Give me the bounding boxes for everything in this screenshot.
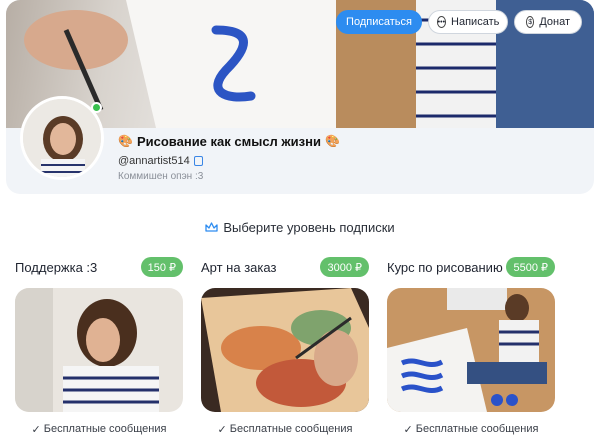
check-icon: ✓ [217, 423, 227, 436]
profile-card: Подписаться ••• Написать $ Донат 🎨 Рисов… [6, 0, 594, 194]
message-button[interactable]: ••• Написать [428, 10, 508, 34]
tier-illustration [201, 288, 369, 412]
tier-image[interactable] [201, 288, 369, 412]
message-button-label: Написать [451, 16, 500, 28]
profile-note: Коммишен опэн :3 [118, 171, 204, 182]
tier-illustration [15, 288, 183, 412]
tier-feature-text: Бесплатные сообщения [229, 423, 353, 435]
tier-header: Поддержка :3 150 ₽ [15, 256, 183, 278]
tier-price-badge: 150 ₽ [140, 257, 183, 277]
profile-name-row: 🎨 Рисование как смысл жизни 🎨 [118, 132, 340, 150]
tier-header: Курс по рисованию 5500 ₽ [387, 256, 555, 278]
tier-image[interactable] [387, 288, 555, 412]
dollar-circle-icon: $ [526, 16, 535, 28]
palette-icon: 🎨 [118, 134, 133, 148]
tier-illustration [387, 288, 555, 412]
avatar-image [23, 99, 101, 177]
check-icon: ✓ [403, 423, 413, 436]
check-icon: ✓ [31, 423, 41, 436]
donate-button-label: Донат [539, 16, 570, 28]
chat-bubble-icon: ••• [436, 16, 447, 28]
tier-feature: ✓ Бесплатные сообщения [15, 422, 183, 436]
online-status-indicator [91, 102, 102, 113]
tier-name: Арт на заказ [201, 259, 277, 275]
tier-feature-text: Бесплатные сообщения [43, 423, 167, 435]
tier-feature-text: Бесплатные сообщения [415, 423, 539, 435]
crown-icon [205, 221, 218, 232]
tier-card[interactable]: Арт на заказ 3000 ₽ ✓ Бесплатные сообщен… [201, 256, 369, 436]
tiers-section-title: Выберите уровень подписки [0, 218, 600, 236]
profile-handle: @annartist514 [118, 155, 190, 167]
donate-button[interactable]: $ Донат [514, 10, 582, 34]
subscribe-button[interactable]: Подписаться [336, 10, 422, 34]
tier-card[interactable]: Курс по рисованию 5500 ₽ ✓ Бесплатные со… [387, 256, 555, 436]
tier-price-badge: 3000 ₽ [320, 257, 369, 277]
profile-actions: Подписаться ••• Написать $ Донат [336, 10, 582, 34]
tier-name: Курс по рисованию [387, 259, 503, 275]
palette-icon: 🎨 [324, 134, 340, 148]
tier-image[interactable] [15, 288, 183, 412]
profile-info: 🎨 Рисование как смысл жизни 🎨 @annartist… [118, 132, 340, 185]
tier-feature: ✓ Бесплатные сообщения [201, 422, 369, 436]
tier-card[interactable]: Поддержка :3 150 ₽ ✓ Бесплатные сообщени… [15, 256, 183, 436]
tier-header: Арт на заказ 3000 ₽ [201, 256, 369, 278]
profile-handle-row: @annartist514 [118, 153, 340, 169]
tier-feature: ✓ Бесплатные сообщения [387, 422, 555, 436]
profile-name: Рисование как смысл жизни [136, 133, 321, 149]
tier-price-badge: 5500 ₽ [506, 257, 555, 277]
tier-name: Поддержка :3 [15, 259, 98, 275]
tiers-section-title-text: Выберите уровень подписки [223, 219, 395, 235]
copy-icon[interactable] [193, 156, 203, 166]
